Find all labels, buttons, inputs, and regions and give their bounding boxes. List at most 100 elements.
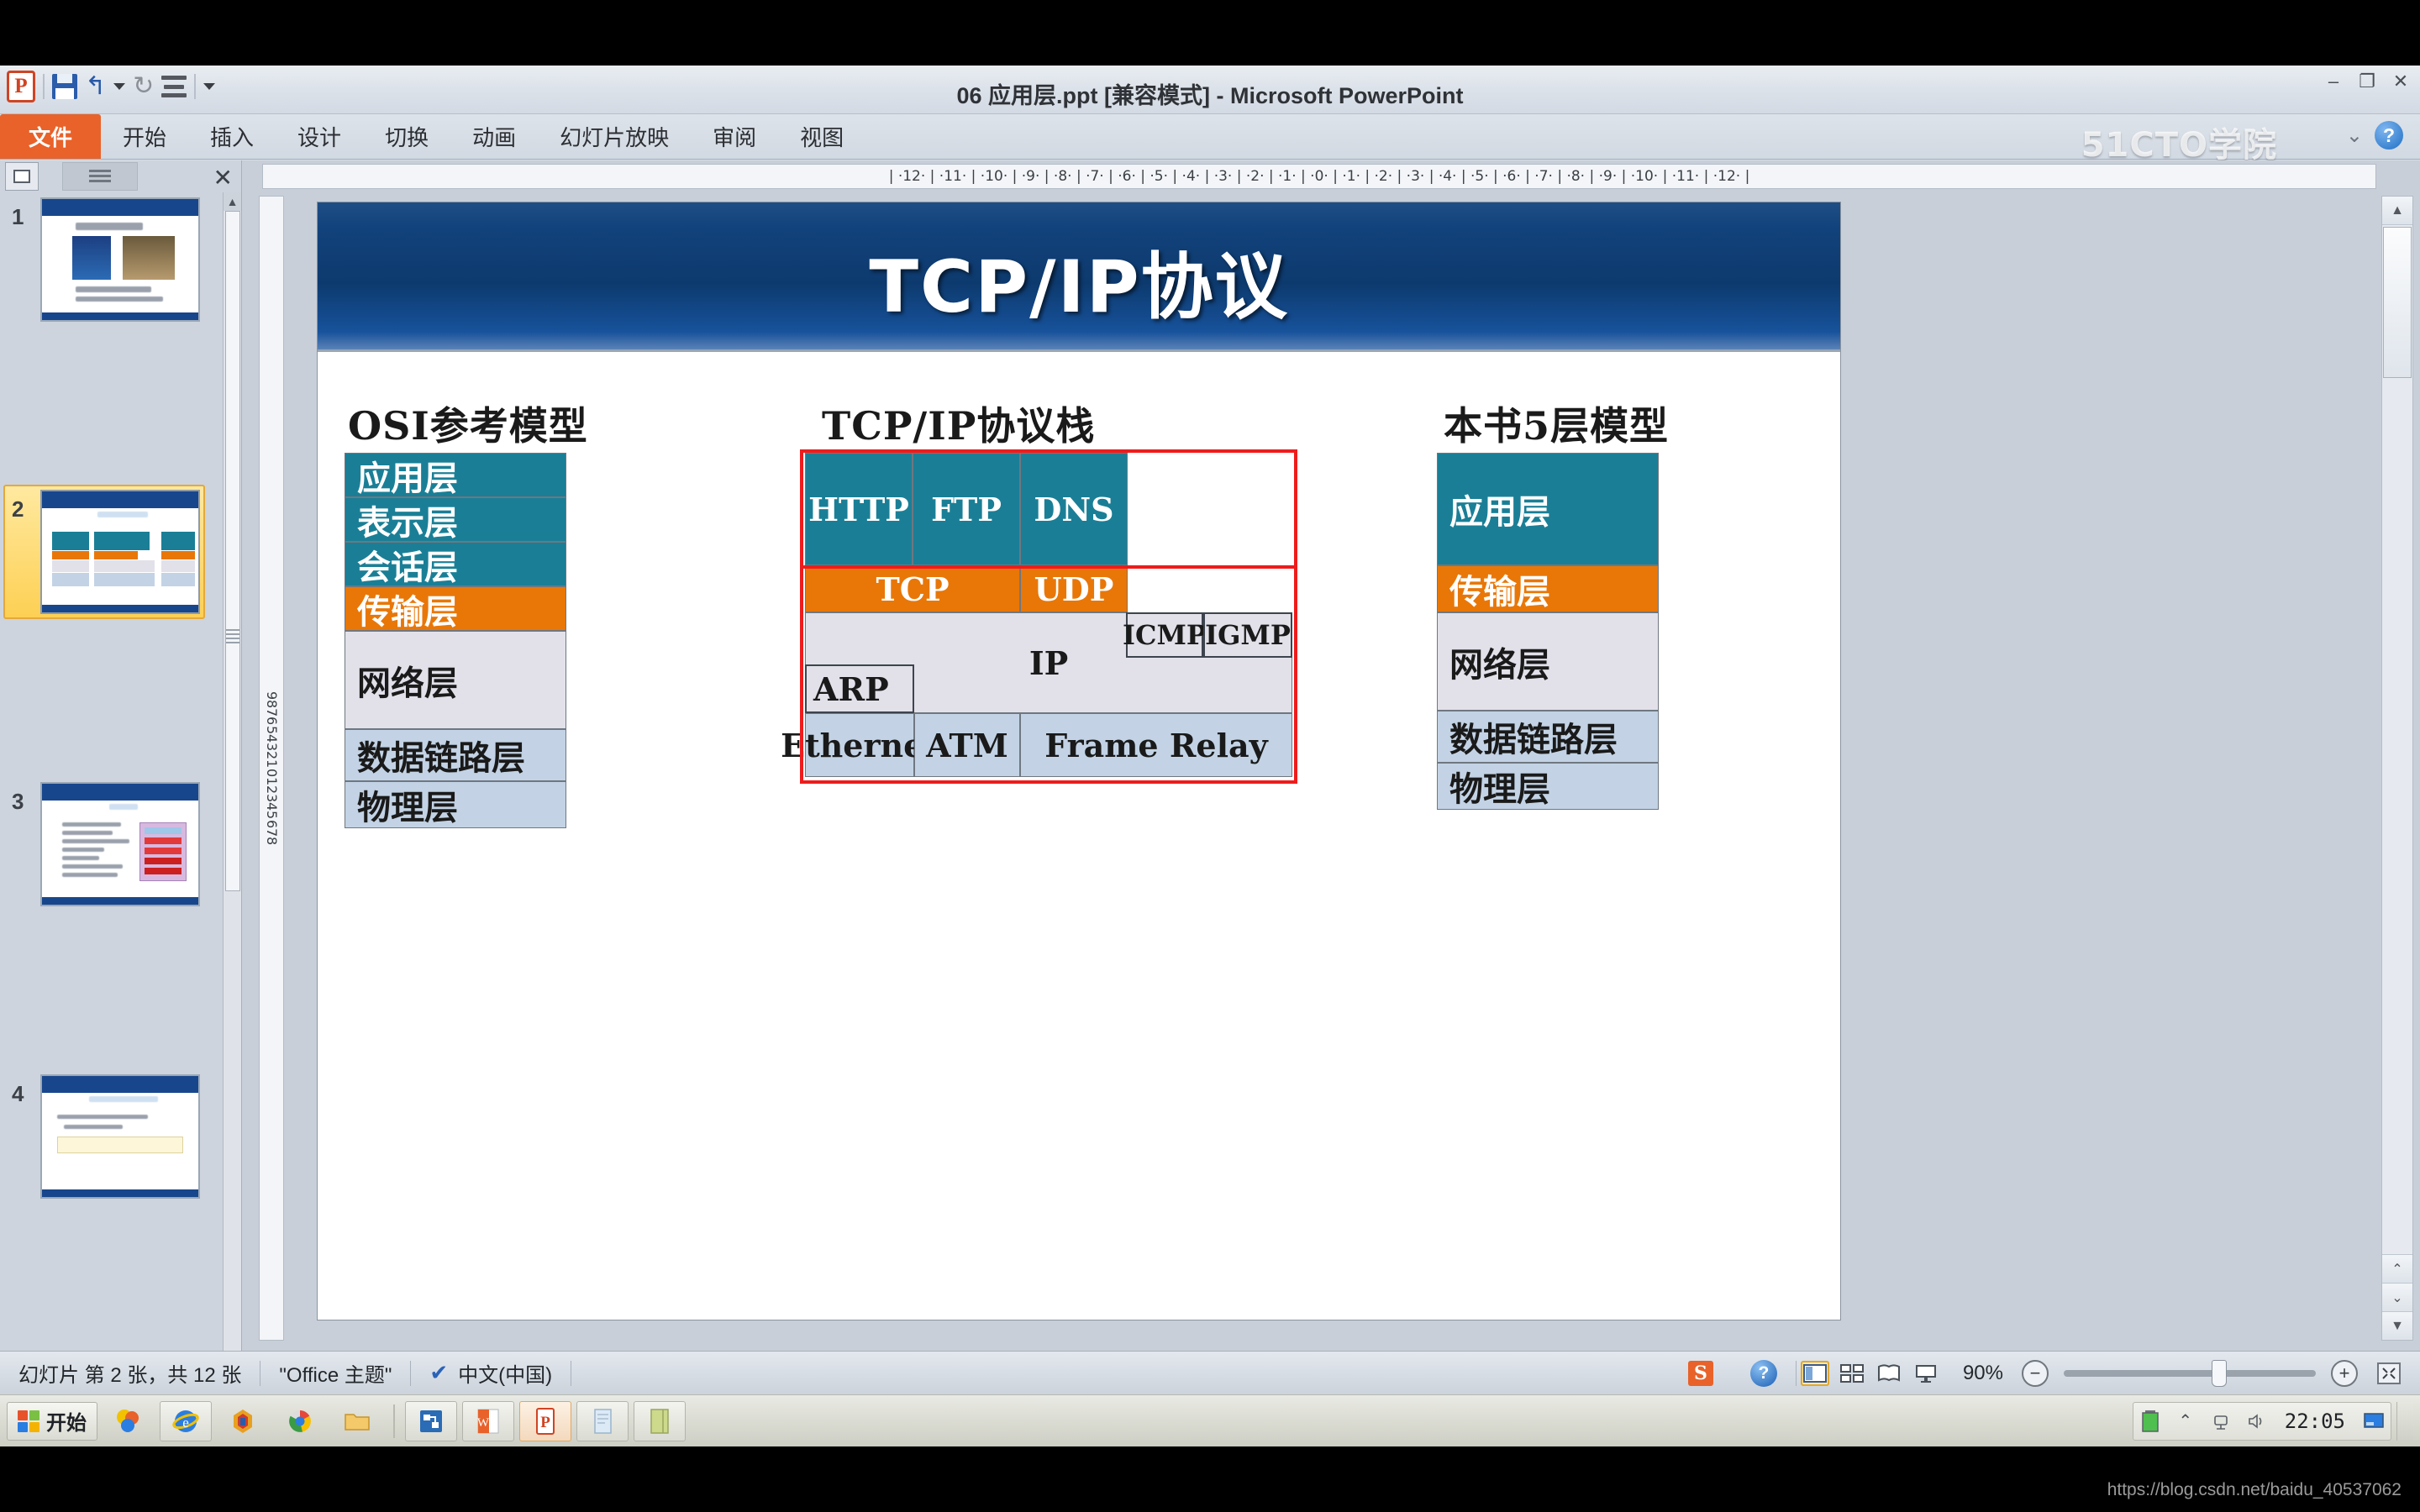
next-slide-icon[interactable]: ⌄ xyxy=(2382,1283,2412,1311)
thumbnail-pane-scrollbar[interactable]: ▲ xyxy=(223,192,241,1351)
book5-layer-label: 数据链路层 xyxy=(1449,720,1618,759)
watermark-51cto: 51CTO学院 xyxy=(2081,126,2277,165)
battery-icon[interactable] xyxy=(2139,1410,2162,1433)
start-button-label: 开始 xyxy=(46,1412,87,1435)
help-icon[interactable]: ? xyxy=(1749,1359,1777,1387)
slide-counter: 幻灯片 第 2 张，共 12 张 xyxy=(18,1364,242,1387)
vruler-tick: 3 xyxy=(264,794,280,803)
taskbar-app-office[interactable] xyxy=(103,1401,155,1441)
start-button[interactable]: 开始 xyxy=(7,1401,97,1441)
tab-view[interactable]: 视图 xyxy=(778,114,865,159)
vruler-tick: 9 xyxy=(264,690,280,700)
thumbnail-list[interactable]: 1 2 3 4 xyxy=(0,192,223,1351)
sogou-input-icon-group[interactable]: S xyxy=(1670,1360,1732,1386)
taskbar-app-onenote[interactable] xyxy=(634,1400,686,1441)
network-icon[interactable] xyxy=(2209,1410,2233,1433)
scrollbar-thumb[interactable] xyxy=(225,211,240,891)
scroll-up-icon[interactable]: ▲ xyxy=(2382,197,2412,225)
view-slideshow-icon[interactable] xyxy=(1912,1361,1940,1386)
scroll-up-icon[interactable]: ▲ xyxy=(224,192,241,211)
tcpip-protocol-tcp: TCP xyxy=(805,565,1020,612)
theme-name[interactable]: "Office 主题" xyxy=(260,1358,410,1388)
slide-canvas-area: TCP/IP协议 OSI参考模型 TCP/IP协议栈 本书5层模型 应用层 表示… xyxy=(286,196,2376,1341)
osi-layer-label: 物理层 xyxy=(357,788,458,827)
taskbar-app-explorer[interactable] xyxy=(331,1401,383,1441)
vruler-tick: 1 xyxy=(264,776,280,785)
taskbar-app-ie[interactable]: e xyxy=(160,1400,212,1441)
language-group[interactable]: ✔ 中文(中国) xyxy=(411,1358,571,1388)
slide-editing-surface[interactable]: TCP/IP协议 OSI参考模型 TCP/IP协议栈 本书5层模型 应用层 表示… xyxy=(318,202,1840,1320)
help-icon[interactable]: ? xyxy=(2375,121,2403,150)
scrollbar-bottom-group: ⌃ ⌄ ▼ xyxy=(2382,1254,2412,1340)
show-hidden-icons-icon[interactable]: ⌃ xyxy=(2174,1410,2197,1433)
zoom-out-button[interactable]: − xyxy=(2022,1359,2049,1387)
slides-tab[interactable] xyxy=(5,162,39,191)
outline-tab[interactable] xyxy=(62,162,138,191)
taskbar-app-chrome[interactable] xyxy=(274,1401,326,1441)
book5-layer-datalink: 数据链路层 xyxy=(1437,711,1659,763)
canvas-vertical-scrollbar[interactable]: ▲ ⌃ ⌄ ▼ xyxy=(2381,196,2413,1341)
taskbar-app-notepad[interactable] xyxy=(576,1400,629,1441)
zoom-slider[interactable] xyxy=(2064,1359,2316,1387)
pane-header: ✕ xyxy=(0,160,241,192)
view-slide-sorter-icon[interactable] xyxy=(1838,1361,1866,1386)
vruler-tick: 8 xyxy=(264,700,280,709)
taskbar-app-powerpoint[interactable]: P xyxy=(519,1400,571,1441)
taskbar-app-word[interactable]: W xyxy=(462,1400,514,1441)
zoom-in-button[interactable]: + xyxy=(2331,1359,2358,1387)
thumbnail-slide-1[interactable]: 1 xyxy=(0,192,223,339)
minimize-ribbon-icon[interactable]: ⌄ xyxy=(2346,123,2363,148)
fit-to-window-button[interactable] xyxy=(2358,1362,2420,1385)
book5-layer-label: 传输层 xyxy=(1449,572,1550,612)
spellcheck-icon[interactable]: ✔ xyxy=(429,1360,448,1386)
tab-slideshow[interactable]: 幻灯片放映 xyxy=(538,114,691,159)
taskbar-app-visio[interactable] xyxy=(405,1400,457,1441)
thumbnail-slide-2[interactable]: 2 xyxy=(0,485,223,631)
tab-insert[interactable]: 插入 xyxy=(188,114,276,159)
book5-layer-physical: 物理层 xyxy=(1437,763,1659,810)
tab-review[interactable]: 审阅 xyxy=(691,114,778,159)
vruler-tick: 7 xyxy=(264,827,280,837)
svg-text:e: e xyxy=(182,1415,189,1431)
close-pane-icon[interactable]: ✕ xyxy=(213,164,233,192)
maximize-button[interactable]: ❐ xyxy=(2356,71,2378,92)
language-label[interactable]: 中文(中国) xyxy=(458,1358,552,1388)
vruler-tick: 3 xyxy=(264,742,280,752)
vruler-tick: 0 xyxy=(264,768,280,777)
thumbnail-image xyxy=(40,1074,200,1199)
tab-file[interactable]: 文件 xyxy=(0,114,102,159)
osi-layer-label: 网络层 xyxy=(357,663,458,703)
sogou-icon[interactable]: S xyxy=(1687,1360,1713,1386)
thumbnail-number: 4 xyxy=(12,1081,24,1106)
status-help-group[interactable]: ? xyxy=(1732,1359,1796,1387)
show-desktop-button[interactable] xyxy=(2396,1401,2413,1441)
clock[interactable]: 22:05 xyxy=(2280,1410,2350,1433)
taskbar-app-kingsoft[interactable] xyxy=(217,1401,269,1441)
action-center-icon[interactable] xyxy=(2362,1410,2386,1433)
tab-home[interactable]: 开始 xyxy=(101,114,188,159)
view-normal-icon[interactable] xyxy=(1800,1360,1829,1386)
book5-layer-label: 应用层 xyxy=(1449,492,1550,532)
tab-transitions[interactable]: 切换 xyxy=(363,114,450,159)
thumbnail-slide-4[interactable]: 4 xyxy=(0,1069,223,1215)
system-tray: ⌃ 22:05 xyxy=(2132,1401,2391,1441)
thumbnail-slide-3[interactable]: 3 xyxy=(0,777,223,923)
svg-text:P: P xyxy=(540,1414,550,1431)
tab-animations[interactable]: 动画 xyxy=(450,114,538,159)
close-button[interactable]: ✕ xyxy=(2390,71,2412,92)
tab-design[interactable]: 设计 xyxy=(276,114,363,159)
scroll-down-icon[interactable]: ▼ xyxy=(2382,1311,2412,1340)
volume-icon[interactable] xyxy=(2244,1410,2268,1433)
zoom-level[interactable]: 90% xyxy=(1944,1362,2022,1385)
minimize-button[interactable]: – xyxy=(2323,71,2344,92)
book5-stack: 应用层 传输层 网络层 数据链路层 物理层 xyxy=(1437,453,1659,810)
scrollbar-thumb[interactable] xyxy=(2383,227,2412,378)
view-reading-icon[interactable] xyxy=(1875,1361,1903,1386)
osi-layer-application: 应用层 xyxy=(345,453,566,498)
zoom-slider-knob[interactable] xyxy=(2212,1359,2227,1387)
previous-slide-icon[interactable]: ⌃ xyxy=(2382,1254,2412,1283)
tcpip-transport-empty xyxy=(1128,565,1292,612)
book5-layer-transport: 传输层 xyxy=(1437,565,1659,612)
vruler-tick: 5 xyxy=(264,811,280,820)
osi-layer-label: 会话层 xyxy=(357,547,458,587)
